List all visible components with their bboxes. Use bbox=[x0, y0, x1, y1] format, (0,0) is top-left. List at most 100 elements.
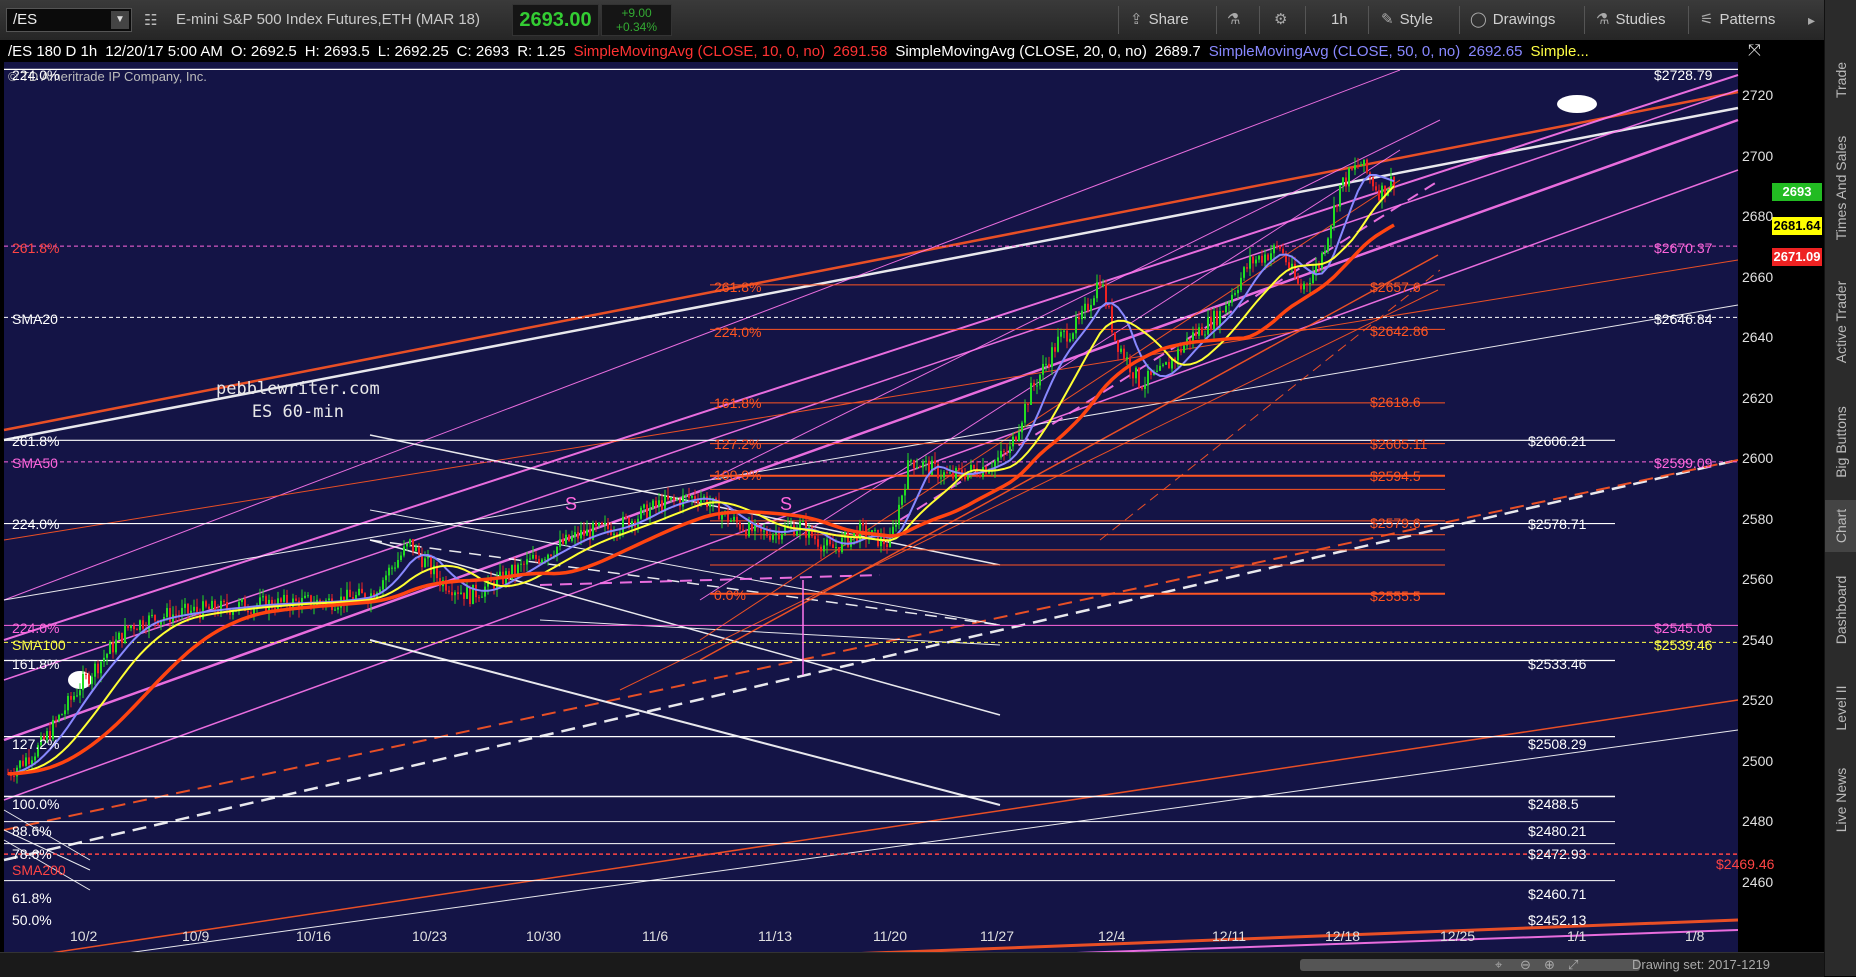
candle-body bbox=[862, 523, 864, 526]
candle-body bbox=[1246, 267, 1248, 269]
interval-button[interactable]: 1h bbox=[1331, 0, 1348, 40]
zoom-in-icon[interactable]: ⊕ bbox=[1544, 957, 1555, 973]
candle-body bbox=[307, 595, 309, 597]
candle-body bbox=[739, 522, 741, 530]
chart-scrollbar[interactable] bbox=[1300, 959, 1640, 971]
candle-body bbox=[358, 588, 360, 596]
candle-body bbox=[1279, 246, 1281, 249]
candle-body bbox=[1132, 372, 1134, 379]
sliders-icon[interactable]: ☷ bbox=[144, 11, 157, 29]
candle-body bbox=[733, 516, 735, 521]
candle-body bbox=[403, 546, 405, 556]
crosshair-icon[interactable]: ⌖ bbox=[1495, 957, 1502, 973]
candle-body bbox=[133, 625, 135, 630]
more-studies[interactable]: Simple... bbox=[1531, 43, 1589, 60]
tab-live-news[interactable]: Live News bbox=[1825, 750, 1856, 850]
price-change: +9.00 +0.34% bbox=[601, 4, 672, 36]
fib-label: 224.0% bbox=[714, 324, 762, 340]
candle-body bbox=[1249, 256, 1251, 269]
candle-body bbox=[1012, 436, 1014, 447]
candle-body bbox=[538, 558, 540, 563]
candle-body bbox=[1321, 253, 1323, 268]
candle-body bbox=[391, 567, 393, 569]
candle-body bbox=[58, 715, 60, 721]
x-tick-label: 11/27 bbox=[980, 928, 1014, 944]
level-label: SMA200 bbox=[12, 862, 66, 878]
candle-body bbox=[1372, 177, 1374, 187]
candle-body bbox=[1063, 330, 1065, 332]
price-tag: 2671.09 bbox=[1772, 248, 1822, 266]
flask-button[interactable]: ⚗ bbox=[1227, 0, 1246, 40]
pattern-marker: S bbox=[565, 494, 578, 514]
y-tick-label: 2560 bbox=[1742, 571, 1774, 588]
candle-body bbox=[1108, 306, 1110, 308]
candle-body bbox=[28, 757, 30, 765]
candle-body bbox=[1276, 245, 1278, 247]
candle-body bbox=[973, 464, 975, 469]
tab-trade[interactable]: Trade bbox=[1825, 44, 1856, 116]
y-tick-label: 2700 bbox=[1742, 147, 1774, 164]
range-value: R: 1.25 bbox=[517, 43, 566, 60]
zoom-out-icon[interactable]: ⊖ bbox=[1520, 957, 1531, 973]
level-value: $2508.29 bbox=[1528, 736, 1587, 752]
settings-button[interactable]: ⚙ bbox=[1274, 0, 1293, 40]
candle-body bbox=[877, 529, 879, 547]
watermark-line2: ES 60-min bbox=[251, 402, 344, 422]
candle-body bbox=[607, 522, 609, 529]
drawings-button[interactable]: ◯ Drawings bbox=[1470, 0, 1555, 40]
level-value: $2452.13 bbox=[1528, 912, 1587, 928]
candle-body bbox=[1336, 205, 1338, 207]
candle-body bbox=[205, 601, 207, 607]
candle-body bbox=[241, 598, 243, 603]
style-icon: ✎ bbox=[1381, 11, 1394, 28]
drawing-set[interactable]: Drawing set: 2017-1219 bbox=[1632, 957, 1770, 972]
y-tick-label: 2720 bbox=[1742, 87, 1774, 103]
candle-body bbox=[448, 590, 450, 593]
candle-body bbox=[562, 539, 564, 544]
studies-button[interactable]: ⚗ Studies bbox=[1596, 0, 1666, 40]
studies-icon: ⚗ bbox=[1596, 11, 1610, 28]
tab-dashboard[interactable]: Dashboard bbox=[1825, 554, 1856, 666]
tab-level-ii[interactable]: Level II bbox=[1825, 668, 1856, 748]
share-icon: ⇪ bbox=[1130, 11, 1143, 28]
tab-active-trader[interactable]: Active Trader bbox=[1825, 260, 1856, 384]
candle-body bbox=[922, 461, 924, 468]
y-tick-label: 2500 bbox=[1742, 752, 1774, 769]
candle-body bbox=[283, 594, 285, 602]
candle-body bbox=[118, 632, 120, 640]
y-tick-label: 2680 bbox=[1742, 208, 1774, 225]
tab-times-and-sales[interactable]: Times And Sales bbox=[1825, 118, 1856, 258]
fib-label: 261.8% bbox=[714, 279, 762, 295]
candle-body bbox=[304, 595, 306, 598]
tab-chart[interactable]: Chart bbox=[1825, 500, 1856, 552]
candle-body bbox=[1213, 310, 1215, 330]
expand-icon[interactable]: ⤢ bbox=[1568, 957, 1578, 973]
candle-body bbox=[1309, 282, 1311, 285]
candle-body bbox=[85, 673, 87, 675]
share-button[interactable]: ⇪ Share bbox=[1130, 0, 1189, 40]
style-button[interactable]: ✎ Style bbox=[1381, 0, 1433, 40]
candle-body bbox=[829, 539, 831, 545]
chevron-down-icon[interactable]: ▼ bbox=[111, 11, 129, 29]
level-value: $2460.71 bbox=[1528, 886, 1587, 902]
symbol-input[interactable]: /ES ▼ bbox=[6, 8, 132, 32]
style-label: Style bbox=[1399, 11, 1433, 28]
expand-icon[interactable]: ⤧ bbox=[1748, 42, 1761, 60]
candle-body bbox=[658, 500, 660, 507]
fib-value: $2594.5 bbox=[1370, 468, 1421, 484]
candle-body bbox=[913, 460, 915, 469]
candle-body bbox=[544, 559, 546, 561]
side-panel: Trade Times And Sales Active Trader Big … bbox=[1824, 0, 1856, 976]
candle-body bbox=[772, 534, 774, 540]
candle-body bbox=[532, 554, 534, 559]
collapse-icon[interactable]: ▸ bbox=[1808, 12, 1815, 29]
separator bbox=[1305, 6, 1306, 34]
bottom-bar: ⌖ ⊖ ⊕ ⤢ Drawing set: 2017-1219 bbox=[0, 952, 1824, 977]
candle-body bbox=[730, 520, 732, 522]
tab-big-buttons[interactable]: Big Buttons bbox=[1825, 386, 1856, 498]
patterns-button[interactable]: ⚟ Patterns bbox=[1700, 0, 1775, 40]
separator bbox=[1584, 6, 1585, 34]
candle-body bbox=[910, 460, 912, 462]
watermark: pebblewriter.com ES 60-min bbox=[216, 378, 380, 424]
sma20-label: SimpleMovingAvg (CLOSE, 20, 0, no) bbox=[895, 43, 1147, 60]
